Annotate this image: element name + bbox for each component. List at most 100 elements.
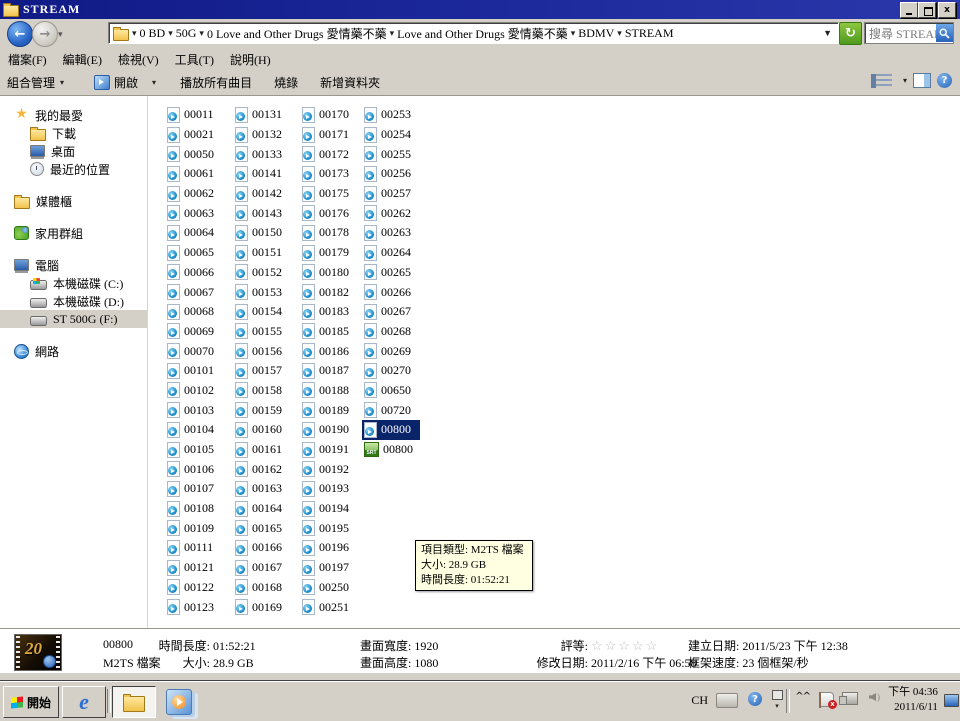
file-item[interactable]: 00106 [165,459,223,479]
crumb-arrow-icon[interactable]: ▾ [390,28,395,39]
help-icon[interactable]: ? [937,73,952,88]
file-item[interactable]: 00155 [233,322,291,342]
rating-stars[interactable]: ☆☆☆☆☆ [591,638,659,653]
file-item[interactable]: 00066 [165,263,223,283]
file-item[interactable]: SRT 00800 [362,440,420,460]
action-center-icon[interactable]: x [819,692,837,709]
file-item[interactable]: 00123 [165,597,223,617]
file-item[interactable]: 00185 [300,322,358,342]
refresh-button[interactable]: ↻ [839,22,862,45]
file-item[interactable]: 00175 [300,184,358,204]
views-dropdown-icon[interactable]: ▾ [903,76,907,85]
language-indicator[interactable]: CH [691,693,708,708]
file-item[interactable]: 00190 [300,420,358,440]
file-item[interactable]: 00109 [165,518,223,538]
file-item[interactable]: 00167 [233,558,291,578]
preview-pane-icon[interactable] [913,73,931,88]
crumb-arrow-icon[interactable]: ▾ [617,28,622,39]
file-item[interactable]: 00178 [300,223,358,243]
crumb-arrow-icon[interactable]: ▾ [199,28,204,39]
file-item[interactable]: 00257 [362,184,420,204]
crumb-arrow-icon[interactable]: ▾ [168,28,173,39]
sidebar-item-disk-c[interactable]: 本機磁碟 (C:) [0,274,147,292]
file-item[interactable]: 00186 [300,341,358,361]
file-item[interactable]: 00067 [165,282,223,302]
file-item[interactable]: 00061 [165,164,223,184]
views-icon[interactable] [870,73,892,88]
breadcrumb-segment[interactable]: BDMV [578,26,614,41]
menu-edit[interactable]: 編輯(E) [55,49,110,70]
file-item[interactable]: 00101 [165,361,223,381]
file-item[interactable]: 00192 [300,459,358,479]
menu-view[interactable]: 檢視(V) [110,49,167,70]
file-item[interactable]: 00108 [165,499,223,519]
clock[interactable]: 下午 04:36 2011/6/11 [882,685,944,715]
ie-taskbar-button[interactable]: e [62,686,106,718]
file-item[interactable]: 00103 [165,400,223,420]
network-icon[interactable] [839,692,858,705]
file-item[interactable]: 00063 [165,203,223,223]
file-item[interactable]: 00107 [165,479,223,499]
history-dropdown-icon[interactable]: ▾ [58,29,63,40]
address-dropdown-icon[interactable]: ▼ [823,28,832,38]
crumb-arrow-icon[interactable]: ▾ [571,28,576,39]
file-item[interactable]: 00650 [362,381,420,401]
file-item[interactable]: 00269 [362,341,420,361]
volume-icon[interactable]: ) [869,692,880,702]
file-item[interactable]: 00151 [233,243,291,263]
breadcrumb-segment[interactable]: STREAM [625,26,674,41]
keyboard-icon[interactable] [716,693,738,708]
restore-button[interactable] [918,2,936,18]
file-item[interactable]: 00021 [165,125,223,145]
file-item[interactable]: 00153 [233,282,291,302]
file-item[interactable]: 00104 [165,420,223,440]
menu-file[interactable]: 檔案(F) [0,49,55,70]
file-item[interactable]: 00182 [300,282,358,302]
file-item[interactable]: 00187 [300,361,358,381]
file-item[interactable]: 00263 [362,223,420,243]
file-item[interactable]: 00800 [362,420,420,440]
minimize-button[interactable] [900,2,918,18]
file-item[interactable]: 00133 [233,144,291,164]
file-item[interactable]: 00267 [362,302,420,322]
breadcrumb-segment[interactable]: 50G [176,26,197,41]
file-item[interactable]: 00196 [300,538,358,558]
language-help-icon[interactable]: ? [748,692,762,706]
file-item[interactable]: 00195 [300,518,358,538]
burn-button[interactable]: 燒錄 [267,72,305,93]
organize-button[interactable]: 組合管理 ▾ [0,72,71,93]
file-item[interactable]: 00170 [300,105,358,125]
file-item[interactable]: 00068 [165,302,223,322]
file-item[interactable]: 00131 [233,105,291,125]
forward-button[interactable]: → [32,21,58,47]
play-all-button[interactable]: 播放所有曲目 [173,72,259,93]
file-item[interactable]: 00183 [300,302,358,322]
file-item[interactable]: 00255 [362,144,420,164]
file-item[interactable]: 00171 [300,125,358,145]
file-item[interactable]: 00152 [233,263,291,283]
explorer-taskbar-button[interactable] [112,686,156,718]
file-item[interactable]: 00111 [165,538,223,558]
file-item[interactable]: 00266 [362,282,420,302]
file-item[interactable]: 00154 [233,302,291,322]
file-item[interactable]: 00164 [233,499,291,519]
file-item[interactable]: 00070 [165,341,223,361]
file-item[interactable]: 00264 [362,243,420,263]
file-item[interactable]: 00157 [233,361,291,381]
file-item[interactable]: 00262 [362,203,420,223]
file-item[interactable]: 00160 [233,420,291,440]
file-item[interactable]: 00172 [300,144,358,164]
file-item[interactable]: 00121 [165,558,223,578]
file-item[interactable]: 00150 [233,223,291,243]
file-item[interactable]: 00268 [362,322,420,342]
file-item[interactable]: 00197 [300,558,358,578]
show-hidden-icons-chevron[interactable]: ^^ [795,691,811,702]
file-item[interactable]: 00156 [233,341,291,361]
file-item[interactable]: 00270 [362,361,420,381]
media-player-taskbar-icon[interactable] [166,689,192,715]
file-item[interactable]: 00065 [165,243,223,263]
sidebar-item-downloads[interactable]: 下載 [0,124,147,142]
file-item[interactable]: 00173 [300,164,358,184]
file-item[interactable]: 00165 [233,518,291,538]
file-item[interactable]: 00191 [300,440,358,460]
